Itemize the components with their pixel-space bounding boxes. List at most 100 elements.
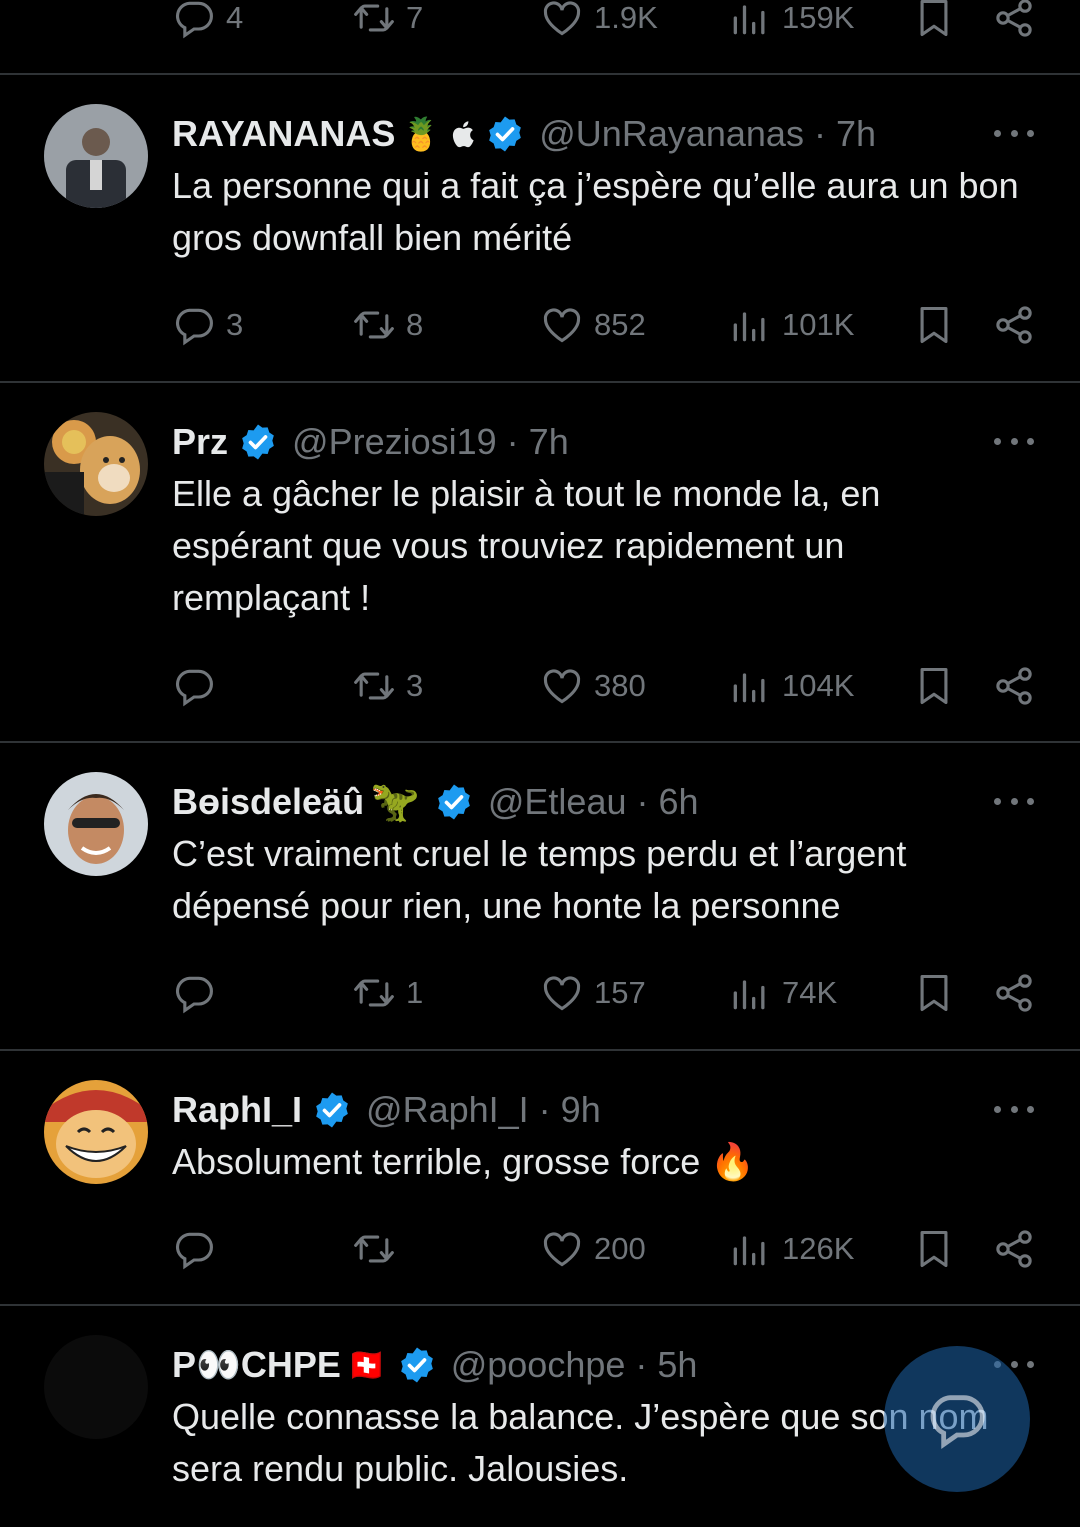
avatar[interactable] — [44, 412, 148, 516]
handle[interactable]: @RaphI_I — [366, 1089, 529, 1131]
more-icon[interactable] — [994, 1094, 1034, 1124]
bookmark-button[interactable] — [912, 303, 956, 347]
reply-button[interactable] — [172, 664, 226, 708]
like-button[interactable]: 1.9K — [540, 0, 658, 40]
avatar[interactable] — [44, 104, 148, 208]
avatar[interactable] — [44, 772, 148, 876]
views-icon — [728, 0, 772, 40]
more-icon[interactable] — [994, 426, 1034, 456]
bookmark-button[interactable] — [912, 0, 956, 40]
name-emoji: 🇨🇭 — [346, 1347, 387, 1383]
divider — [0, 1049, 1080, 1051]
compose-reply-icon — [930, 1395, 985, 1449]
bookmark-button[interactable] — [912, 1227, 956, 1271]
retweet-icon — [352, 971, 396, 1015]
tweet-actions: 4 7 1.9K 159K — [172, 0, 1035, 46]
like-button[interactable]: 157 — [540, 971, 646, 1015]
share-button[interactable] — [992, 303, 1036, 347]
reply-button[interactable] — [172, 1227, 226, 1271]
views-button[interactable]: 101K — [728, 303, 854, 347]
bookmark-button[interactable] — [912, 971, 956, 1015]
tweet-text: La personne qui a fait ça j’espère qu’el… — [172, 165, 1019, 258]
handle[interactable]: @Etleau — [488, 781, 627, 823]
like-icon — [540, 664, 584, 708]
verified-icon — [397, 1345, 437, 1385]
retweet-icon — [352, 303, 396, 347]
avatar[interactable] — [44, 1335, 148, 1439]
display-name[interactable]: Bɵisdeleäû — [172, 781, 364, 823]
divider — [0, 1304, 1080, 1306]
tweet-header: Prz @Preziosi19 · 7h — [172, 421, 569, 463]
handle[interactable]: @poochpe — [451, 1344, 626, 1386]
like-icon — [540, 303, 584, 347]
timestamp[interactable]: 7h — [529, 421, 569, 463]
views-button[interactable]: 74K — [728, 971, 837, 1015]
timestamp[interactable]: 9h — [561, 1089, 601, 1131]
tweet-text: Absolument terrible, grosse force 🔥 — [172, 1141, 756, 1182]
tweet-text: Elle a gâcher le plaisir à tout le monde… — [172, 473, 881, 618]
timestamp[interactable]: 6h — [659, 781, 699, 823]
views-button[interactable]: 104K — [728, 664, 854, 708]
tweet-actions: 3 380 104K — [172, 658, 1035, 714]
tweet-header: RAYANANAS 🍍 @UnRayananas · 7h — [172, 113, 876, 155]
more-icon[interactable] — [994, 118, 1034, 148]
tweet-header: P👀CHPE 🇨🇭 @poochpe · 5h — [172, 1344, 698, 1386]
tweet-header: RaphI_I @RaphI_I · 9h — [172, 1089, 601, 1131]
retweet-button[interactable]: 7 — [352, 0, 423, 40]
tweet-actions: 1 157 74K — [172, 965, 1035, 1021]
share-icon — [992, 971, 1036, 1015]
tweet-actions: 200 126K — [172, 1221, 1035, 1277]
divider — [0, 741, 1080, 743]
views-icon — [728, 664, 772, 708]
share-button[interactable] — [992, 0, 1036, 40]
reply-icon — [172, 303, 216, 347]
views-button[interactable]: 126K — [728, 1227, 854, 1271]
like-button[interactable]: 200 — [540, 1227, 646, 1271]
display-name[interactable]: RaphI_I — [172, 1089, 302, 1131]
verified-icon — [238, 422, 278, 462]
reply-icon — [172, 1227, 216, 1271]
reply-button[interactable]: 3 — [172, 303, 243, 347]
display-name[interactable]: P👀CHPE — [172, 1344, 341, 1386]
like-icon — [540, 971, 584, 1015]
avatar[interactable] — [44, 1080, 148, 1184]
retweet-icon — [352, 664, 396, 708]
like-button[interactable]: 380 — [540, 664, 646, 708]
share-button[interactable] — [992, 971, 1036, 1015]
timestamp[interactable]: 5h — [657, 1344, 697, 1386]
timestamp[interactable]: 7h — [836, 113, 876, 155]
reply-button[interactable]: 4 — [172, 0, 243, 40]
bookmark-icon — [912, 1227, 956, 1271]
like-button[interactable]: 852 — [540, 303, 646, 347]
handle[interactable]: @Preziosi19 — [292, 421, 497, 463]
display-name[interactable]: RAYANANAS — [172, 113, 395, 155]
share-icon — [992, 303, 1036, 347]
tweet-header: Bɵisdeleäû 🦖 @Etleau · 6h — [172, 780, 699, 824]
reply-icon — [172, 664, 216, 708]
verified-icon — [312, 1090, 352, 1130]
handle[interactable]: @UnRayananas — [539, 113, 804, 155]
share-button[interactable] — [992, 1227, 1036, 1271]
like-icon — [540, 1227, 584, 1271]
tweet-text: C’est vraiment cruel le temps perdu et l… — [172, 833, 907, 926]
verified-icon — [485, 114, 525, 154]
reply-button[interactable] — [172, 971, 226, 1015]
retweet-button[interactable] — [352, 1227, 406, 1271]
share-icon — [992, 1227, 1036, 1271]
retweet-button[interactable]: 8 — [352, 303, 423, 347]
name-emoji: 🦖 — [370, 780, 420, 824]
reply-icon — [172, 971, 216, 1015]
compose-reply-button[interactable] — [884, 1346, 1030, 1492]
share-button[interactable] — [992, 664, 1036, 708]
name-emoji: 🍍 — [401, 116, 442, 152]
divider — [0, 73, 1080, 75]
like-icon — [540, 0, 584, 40]
views-button[interactable]: 159K — [728, 0, 854, 40]
retweet-button[interactable]: 1 — [352, 971, 423, 1015]
bookmark-icon — [912, 303, 956, 347]
retweet-icon — [352, 1227, 396, 1271]
display-name[interactable]: Prz — [172, 421, 228, 463]
more-icon[interactable] — [994, 786, 1034, 816]
retweet-button[interactable]: 3 — [352, 664, 423, 708]
bookmark-button[interactable] — [912, 664, 956, 708]
